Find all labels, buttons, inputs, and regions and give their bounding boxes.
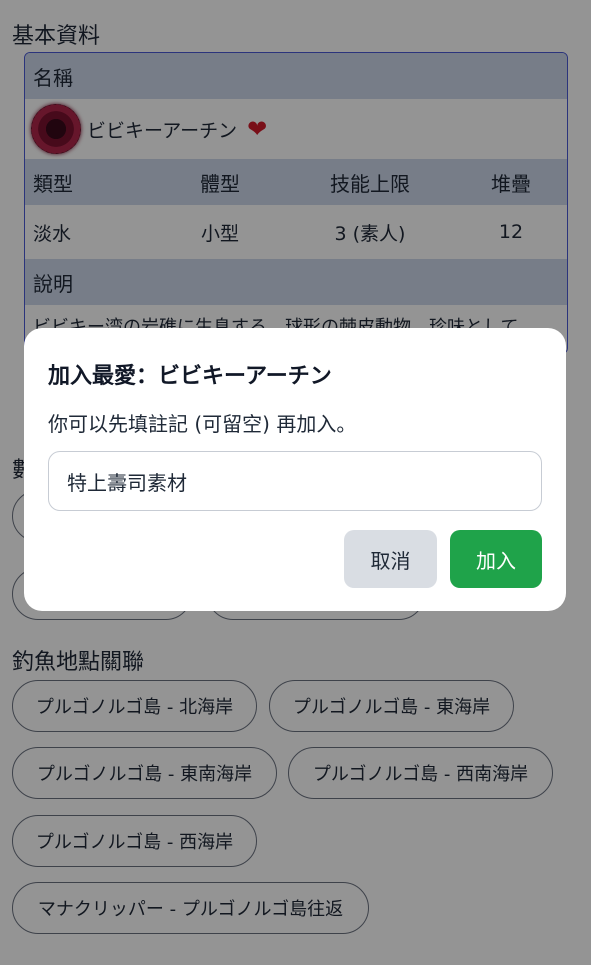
cancel-button[interactable]: 取消 xyxy=(344,530,437,588)
add-favorite-dialog: 加入最愛：ビビキーアーチン 你可以先填註記 (可留空) 再加入。 取消 加入 xyxy=(24,328,566,611)
dialog-subtitle: 你可以先填註記 (可留空) 再加入。 xyxy=(48,412,357,436)
dialog-title: 加入最愛：ビビキーアーチン xyxy=(48,364,332,389)
note-input[interactable] xyxy=(48,451,542,511)
add-button[interactable]: 加入 xyxy=(450,530,542,588)
